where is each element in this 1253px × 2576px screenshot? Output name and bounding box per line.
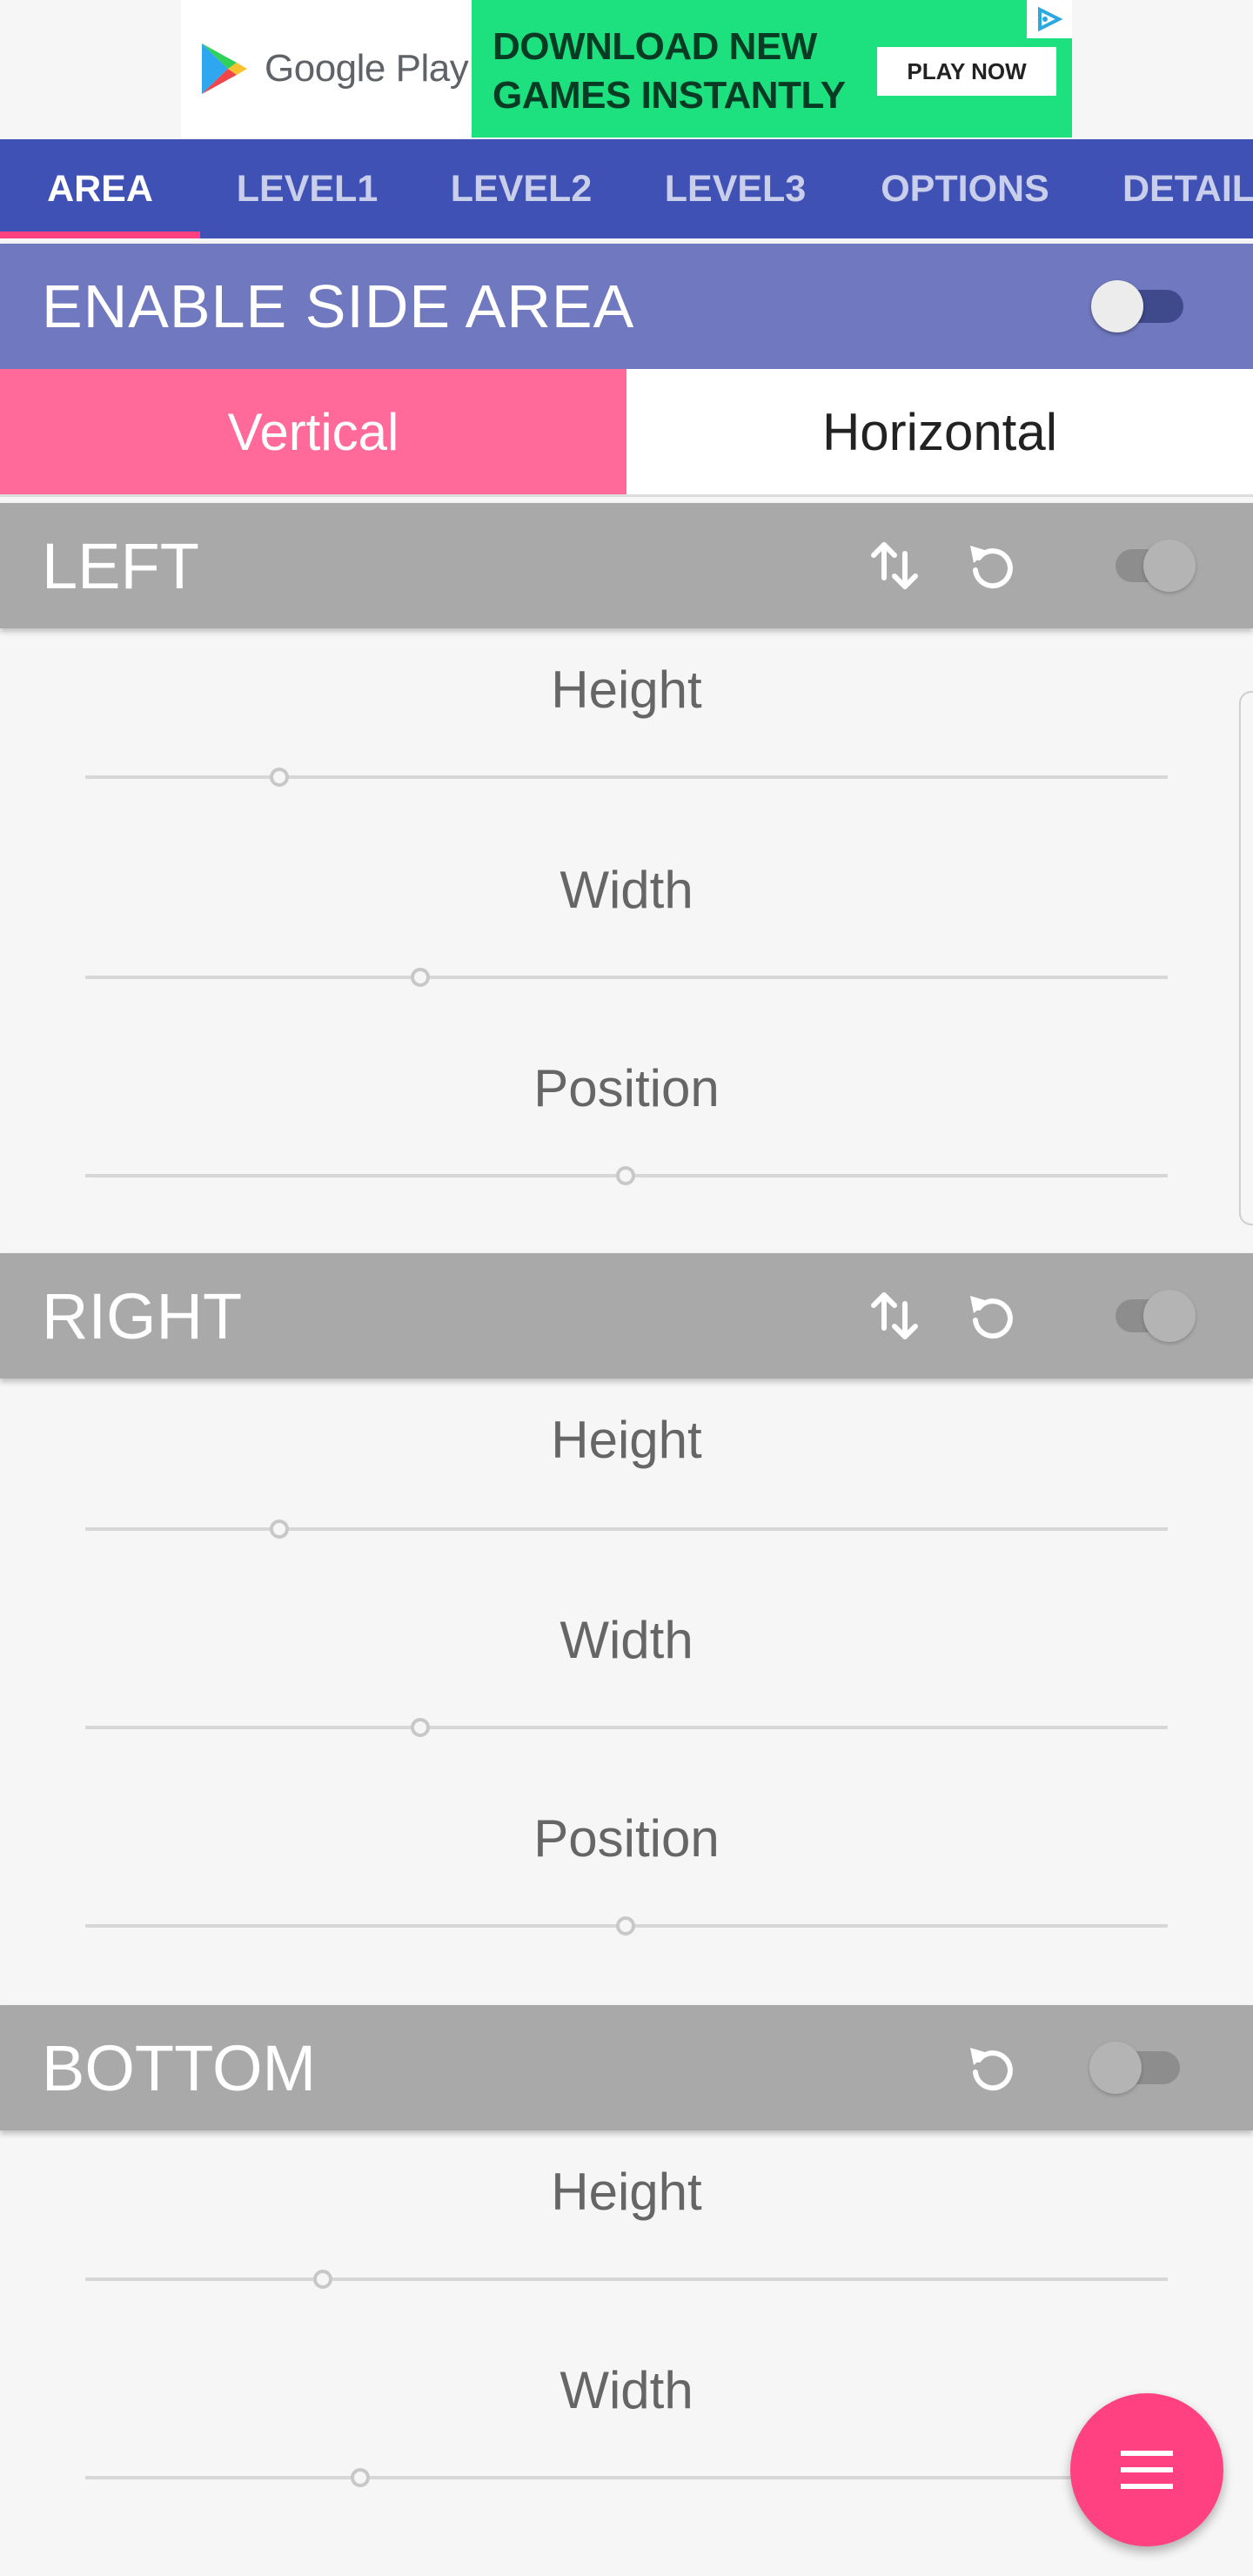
right-section-switch[interactable] bbox=[1107, 1286, 1211, 1345]
slider-thumb[interactable] bbox=[410, 968, 430, 987]
ad-store-label: Google Play bbox=[265, 47, 469, 90]
right-height-label: Height bbox=[551, 1411, 702, 1469]
menu-fab-button[interactable] bbox=[1070, 2393, 1223, 2546]
tab-level2[interactable]: LEVEL2 bbox=[414, 139, 628, 238]
bottom-width-label: Width bbox=[559, 2361, 694, 2419]
right-position-slider[interactable] bbox=[85, 1913, 1168, 1939]
bottom-height-label: Height bbox=[551, 2163, 702, 2221]
horizontal-option[interactable]: Horizontal bbox=[626, 369, 1253, 494]
right-section-title: RIGHT bbox=[42, 1279, 243, 1352]
slider-thumb[interactable] bbox=[351, 2468, 371, 2487]
ad-store-badge: Google Play bbox=[181, 0, 472, 138]
tab-level1[interactable]: LEVEL1 bbox=[200, 139, 414, 238]
tab-options[interactable]: OPTIONS bbox=[842, 139, 1088, 238]
side-area-edge-handle[interactable] bbox=[1239, 691, 1253, 1225]
right-width-label: Width bbox=[559, 1611, 694, 1669]
left-section-header: LEFT bbox=[0, 503, 1253, 628]
ad-headline: DOWNLOAD NEW GAMES INSTANTLY bbox=[492, 25, 846, 117]
orientation-segmented-control: Vertical Horizontal bbox=[0, 369, 1253, 497]
menu-icon bbox=[1121, 2451, 1173, 2489]
tab-detail[interactable]: DETAIL bbox=[1088, 139, 1253, 238]
right-position-label: Position bbox=[533, 1809, 720, 1868]
slider-thumb[interactable] bbox=[269, 1519, 289, 1539]
bottom-section-header: BOTTOM bbox=[0, 2005, 1253, 2130]
right-section-header: RIGHT bbox=[0, 1253, 1253, 1379]
swap-vert-icon[interactable] bbox=[863, 1285, 926, 1347]
left-position-slider[interactable] bbox=[85, 1163, 1168, 1189]
reset-icon[interactable] bbox=[961, 2036, 1023, 2099]
left-height-label: Height bbox=[551, 661, 702, 719]
ad-panel[interactable]: DOWNLOAD NEW GAMES INSTANTLY PLAY NOW bbox=[472, 0, 1072, 138]
bottom-section-title: BOTTOM bbox=[42, 2031, 317, 2104]
tab-level3[interactable]: LEVEL3 bbox=[628, 139, 842, 238]
left-position-label: Position bbox=[533, 1059, 720, 1117]
slider-thumb[interactable] bbox=[312, 2270, 332, 2289]
left-section-switch[interactable] bbox=[1107, 536, 1211, 595]
slider-thumb[interactable] bbox=[410, 1718, 430, 1737]
ad-choices-icon[interactable] bbox=[1027, 0, 1072, 38]
left-section-title: LEFT bbox=[42, 529, 199, 602]
slider-thumb[interactable] bbox=[269, 768, 289, 787]
right-width-slider[interactable] bbox=[85, 1714, 1168, 1741]
right-height-slider[interactable] bbox=[85, 1516, 1168, 1542]
tab-area[interactable]: AREA bbox=[0, 139, 200, 238]
left-height-slider[interactable] bbox=[85, 764, 1168, 790]
left-width-label: Width bbox=[559, 861, 694, 919]
ad-banner[interactable]: Google Play DOWNLOAD NEW GAMES INSTANTLY… bbox=[181, 0, 1072, 138]
enable-side-area-bar: ENABLE SIDE AREA bbox=[0, 244, 1253, 369]
tab-bar: AREA LEVEL1 LEVEL2 LEVEL3 OPTIONS DETAIL bbox=[0, 139, 1253, 238]
bottom-section-switch[interactable] bbox=[1082, 2038, 1187, 2097]
ad-play-now-button[interactable]: PLAY NOW bbox=[877, 47, 1056, 96]
reset-icon[interactable] bbox=[961, 1285, 1023, 1347]
bottom-height-slider[interactable] bbox=[85, 2266, 1168, 2292]
swap-vert-icon[interactable] bbox=[863, 534, 926, 597]
slider-thumb[interactable] bbox=[616, 1166, 635, 1185]
slider-thumb[interactable] bbox=[616, 1916, 635, 1935]
tab-indicator bbox=[0, 231, 200, 238]
enable-side-area-switch[interactable] bbox=[1086, 278, 1190, 334]
enable-side-area-label: ENABLE SIDE AREA bbox=[42, 272, 635, 340]
bottom-width-slider[interactable] bbox=[85, 2465, 1168, 2491]
vertical-option[interactable]: Vertical bbox=[0, 369, 626, 494]
reset-icon[interactable] bbox=[961, 534, 1023, 597]
google-play-icon bbox=[202, 44, 247, 94]
left-width-slider[interactable] bbox=[85, 964, 1168, 990]
